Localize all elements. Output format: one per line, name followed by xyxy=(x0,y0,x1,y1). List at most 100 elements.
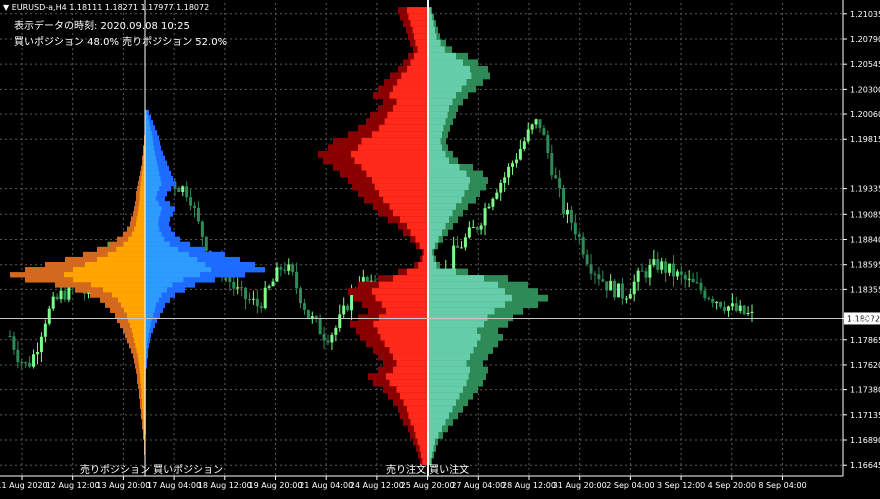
candle-body xyxy=(558,178,562,188)
sell-order-bar xyxy=(377,327,428,335)
candle-body xyxy=(346,305,350,311)
sell-position-bar xyxy=(73,277,145,283)
candle-body xyxy=(738,305,742,311)
time-tick-label: 11 Aug 2020 xyxy=(0,481,48,490)
buy-order-bar xyxy=(428,39,441,47)
buy-order-bar xyxy=(428,196,462,204)
sell-position-bar xyxy=(137,211,145,217)
price-tick-label: 1.19335 xyxy=(850,185,880,194)
candle-body xyxy=(456,245,460,248)
candle-body xyxy=(546,135,550,154)
time-tick-label: 17 Aug 04:00 xyxy=(147,481,201,490)
buy-order-bar xyxy=(428,26,435,34)
sell-order-bar xyxy=(410,229,428,237)
buy-order-bar xyxy=(428,418,446,426)
buy-order-bar xyxy=(428,268,456,276)
sell-order-bar xyxy=(372,131,428,139)
price-tick-label: 1.16645 xyxy=(850,461,880,470)
buy-position-bar xyxy=(145,206,162,212)
buy-position-bar xyxy=(145,231,162,237)
candle-body xyxy=(326,340,330,343)
candle-body xyxy=(723,307,727,311)
candle-body xyxy=(530,124,534,130)
candle-body xyxy=(499,182,503,193)
candle-body xyxy=(687,278,691,280)
sell-position-bar xyxy=(139,201,145,207)
buy-position-bar xyxy=(145,185,160,192)
candle-body xyxy=(703,290,707,299)
sell-order-bar xyxy=(400,392,428,400)
candle-body xyxy=(35,352,39,355)
buy-order-bar xyxy=(428,177,470,184)
buy-order-bar xyxy=(428,131,442,139)
buy-position-bar xyxy=(145,196,156,202)
buy-order-bar xyxy=(428,170,467,178)
sell-position-bar xyxy=(139,191,145,197)
candle-body xyxy=(719,302,723,308)
buy-order-bar xyxy=(428,399,456,407)
candle-body xyxy=(746,312,750,315)
buy-position-bar xyxy=(145,312,154,319)
buy-order-bar xyxy=(428,79,467,86)
sell-order-bar xyxy=(407,268,428,276)
candle-body xyxy=(177,188,181,192)
candle-body xyxy=(617,283,621,298)
buy-position-bar xyxy=(145,175,161,182)
buy-order-bar xyxy=(428,314,488,322)
candle-body xyxy=(656,259,660,270)
sell-position-bar xyxy=(107,251,145,258)
candle-body xyxy=(715,302,719,304)
candle-body xyxy=(51,296,55,309)
buy-position-bar xyxy=(145,256,198,263)
buy-position-bar xyxy=(145,267,211,273)
buy-order-bar xyxy=(428,157,449,165)
buy-position-bar xyxy=(145,236,165,243)
buy-order-bar xyxy=(428,85,462,93)
sell-order-bar xyxy=(410,418,428,426)
time-tick-label: 21 Aug 04:00 xyxy=(299,481,353,490)
sell-order-bar xyxy=(354,157,428,165)
sell-order-bar xyxy=(414,425,428,433)
sell-order-bar xyxy=(384,340,428,348)
buy-order-bar xyxy=(428,203,456,211)
buy-position-bar xyxy=(145,251,189,258)
sell-order-bar xyxy=(380,333,428,341)
candle-body xyxy=(652,259,656,265)
candle-body xyxy=(181,186,185,192)
candle-body xyxy=(648,264,652,278)
candle-body xyxy=(244,287,248,300)
sell-position-bar xyxy=(112,292,145,298)
buy-position-bar xyxy=(145,145,154,151)
candle-body xyxy=(306,309,310,319)
candle-body xyxy=(55,296,59,300)
candle-body xyxy=(334,327,338,335)
sell-order-bar xyxy=(373,320,428,328)
candle-body xyxy=(463,237,467,248)
candle-body xyxy=(452,245,456,269)
candle-body xyxy=(632,281,636,295)
sell-position-bar xyxy=(124,307,145,313)
candle-body xyxy=(522,141,526,150)
candle-body xyxy=(287,264,291,271)
candle-body xyxy=(255,298,259,307)
buy-position-bar xyxy=(145,125,151,131)
sell-position-bar xyxy=(103,287,145,293)
buy-position-bar xyxy=(145,130,152,136)
sell-order-bar xyxy=(389,347,428,354)
candle-body xyxy=(47,308,51,324)
time-tick-label: 25 Aug 20:00 xyxy=(401,481,455,490)
candle-body xyxy=(514,159,518,164)
chart-symbol-header: ▼ EURUSD-a,H4 1.18111 1.18271 1.17977 1.… xyxy=(3,3,209,12)
buy-position-bar xyxy=(145,327,150,334)
sell-order-bar xyxy=(397,79,428,86)
symbol-line: EURUSD-a,H4 1.18111 1.18271 1.17977 1.18… xyxy=(11,3,210,12)
candle-body xyxy=(330,334,334,343)
chart-canvas: 1.18072 1.21035 1.20790 1.20545 1.20300 1.20… xyxy=(0,0,880,490)
sell-position-bar xyxy=(127,312,145,319)
sell-position-bar xyxy=(139,196,145,202)
sell-position-bar xyxy=(130,322,145,329)
menu-triangle-icon[interactable]: ▼ xyxy=(3,3,9,12)
price-tick-label: 1.18595 xyxy=(850,261,880,270)
buy-order-bar xyxy=(428,301,505,309)
sell-order-bar xyxy=(389,203,428,211)
